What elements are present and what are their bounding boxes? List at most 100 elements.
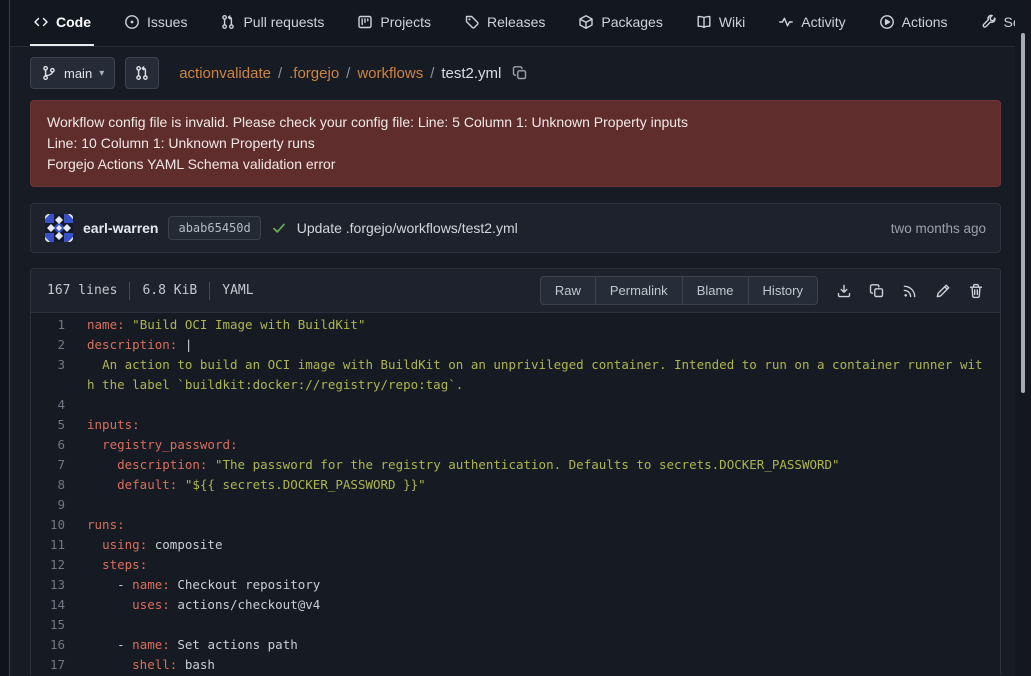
tab-label: Issues [147,14,187,30]
line-number[interactable]: 3 [31,355,87,395]
line-number[interactable]: 12 [31,555,87,575]
line-number[interactable]: 11 [31,535,87,555]
projects-icon [357,14,373,30]
code-line: 10runs: [31,515,1000,535]
commit-sha-badge[interactable]: abab65450d [168,216,260,240]
line-number[interactable]: 9 [31,495,87,515]
tab-packages[interactable]: Packages [575,0,665,46]
tab-code[interactable]: Code [30,0,94,46]
issues-icon [124,14,140,30]
delete-file-button[interactable] [968,283,984,299]
history-button[interactable]: History [749,276,818,305]
line-number[interactable]: 1 [31,315,87,335]
code-line: 14 uses: actions/checkout@v4 [31,595,1000,615]
breadcrumb-item-workflows[interactable]: workflows [357,65,423,82]
copy-content-button[interactable] [869,283,885,299]
code-line: 7 description: "The password for the reg… [31,455,1000,475]
line-number[interactable]: 5 [31,415,87,435]
line-content [87,395,1000,415]
line-content: - name: Set actions path [87,635,1000,655]
line-number[interactable]: 10 [31,515,87,535]
tab-label: Packages [601,14,662,30]
file-info-167-lines: 167 lines [47,283,117,298]
file-info-yaml: YAML [222,283,253,298]
code-line: 11 using: composite [31,535,1000,555]
code-line: 4 [31,395,1000,415]
code-line: 8 default: "${{ secrets.DOCKER_PASSWORD … [31,475,1000,495]
line-number[interactable]: 2 [31,335,87,355]
compare-button[interactable] [125,57,159,89]
tab-label: Projects [380,14,431,30]
line-number[interactable]: 8 [31,475,87,495]
file-info: 167 lines6.8 KiBYAML [47,282,254,300]
line-number[interactable]: 17 [31,655,87,675]
tab-wiki[interactable]: Wiki [693,0,748,46]
divider [209,282,210,300]
error-banner-line: Forgejo Actions YAML Schema validation e… [47,154,984,175]
package-icon [578,14,594,30]
breadcrumb: actionvalidate/.forgejo/workflows/test2.… [179,65,528,82]
edit-file-button[interactable] [935,283,951,299]
line-number[interactable]: 14 [31,595,87,615]
line-number[interactable]: 6 [31,435,87,455]
error-banner-line: Line: 10 Column 1: Unknown Property runs [47,133,984,154]
branch-name: main [64,66,92,81]
code-line: 12 steps: [31,555,1000,575]
tab-projects[interactable]: Projects [354,0,434,46]
line-number[interactable]: 16 [31,635,87,655]
download-button[interactable] [836,283,852,299]
line-content [87,615,1000,635]
scrollbar-thumb[interactable] [1021,33,1025,393]
code-line: 6 registry_password: [31,435,1000,455]
line-content: using: composite [87,535,1000,555]
tab-actions[interactable]: Actions [876,0,951,46]
branch-bar: main ▾ actionvalidate/.forgejo/workflows… [0,47,1031,98]
code-line: 9 [31,495,1000,515]
line-number[interactable]: 4 [31,395,87,415]
tab-issues[interactable]: Issues [121,0,190,46]
activity-icon [778,14,794,30]
breadcrumb-separator: / [278,65,282,82]
rss-feed-button[interactable] [902,283,918,299]
line-content: - name: Checkout repository [87,575,1000,595]
copy-path-button[interactable] [512,65,528,81]
tab-activity[interactable]: Activity [775,0,848,46]
tab-label: Code [56,14,91,30]
latest-commit-box: earl-warren abab65450d Update .forgejo/w… [30,203,1001,253]
file-actions: RawPermalinkBlameHistory [540,276,988,305]
line-content: runs: [87,515,1000,535]
chevron-down-icon: ▾ [99,68,104,79]
tab-label: Actions [902,14,948,30]
line-content: description: "The password for the regis… [87,455,1000,475]
raw-button[interactable]: Raw [540,276,596,305]
code-line: 15 [31,615,1000,635]
file-header: 167 lines6.8 KiBYAML RawPermalinkBlameHi… [31,269,1000,313]
breadcrumb-item-actionvalidate[interactable]: actionvalidate [179,65,271,82]
line-content: An action to build an OCI image with Bui… [87,355,1000,395]
line-content: default: "${{ secrets.DOCKER_PASSWORD }}… [87,475,1000,495]
tab-releases[interactable]: Releases [461,0,548,46]
repo-tabs-nav: Code Issues Pull requests Projects Releases P… [0,0,1031,47]
code-line: 16 - name: Set actions path [31,635,1000,655]
file-view: 167 lines6.8 KiBYAML RawPermalinkBlameHi… [30,268,1001,675]
branch-select-button[interactable]: main ▾ [30,57,115,89]
line-content: registry_password: [87,435,1000,455]
line-number[interactable]: 7 [31,455,87,475]
line-number[interactable]: 15 [31,615,87,635]
breadcrumb-item--forgejo[interactable]: .forgejo [289,65,339,82]
tab-pull-requests[interactable]: Pull requests [217,0,327,46]
commit-author[interactable]: earl-warren [83,220,158,236]
line-number[interactable]: 13 [31,575,87,595]
settings-icon [981,14,997,30]
blame-button[interactable]: Blame [683,276,749,305]
avatar[interactable] [45,214,73,242]
permalink-button[interactable]: Permalink [596,276,683,305]
code-view: 1name: "Build OCI Image with BuildKit"2d… [31,313,1000,675]
tab-label: Activity [801,14,845,30]
line-content: uses: actions/checkout@v4 [87,595,1000,615]
book-icon [696,14,712,30]
commit-message[interactable]: Update .forgejo/workflows/test2.yml [297,220,518,236]
code-line: 3 An action to build an OCI image with B… [31,355,1000,395]
file-action-icons [836,283,988,299]
window-left-edge [0,0,10,676]
